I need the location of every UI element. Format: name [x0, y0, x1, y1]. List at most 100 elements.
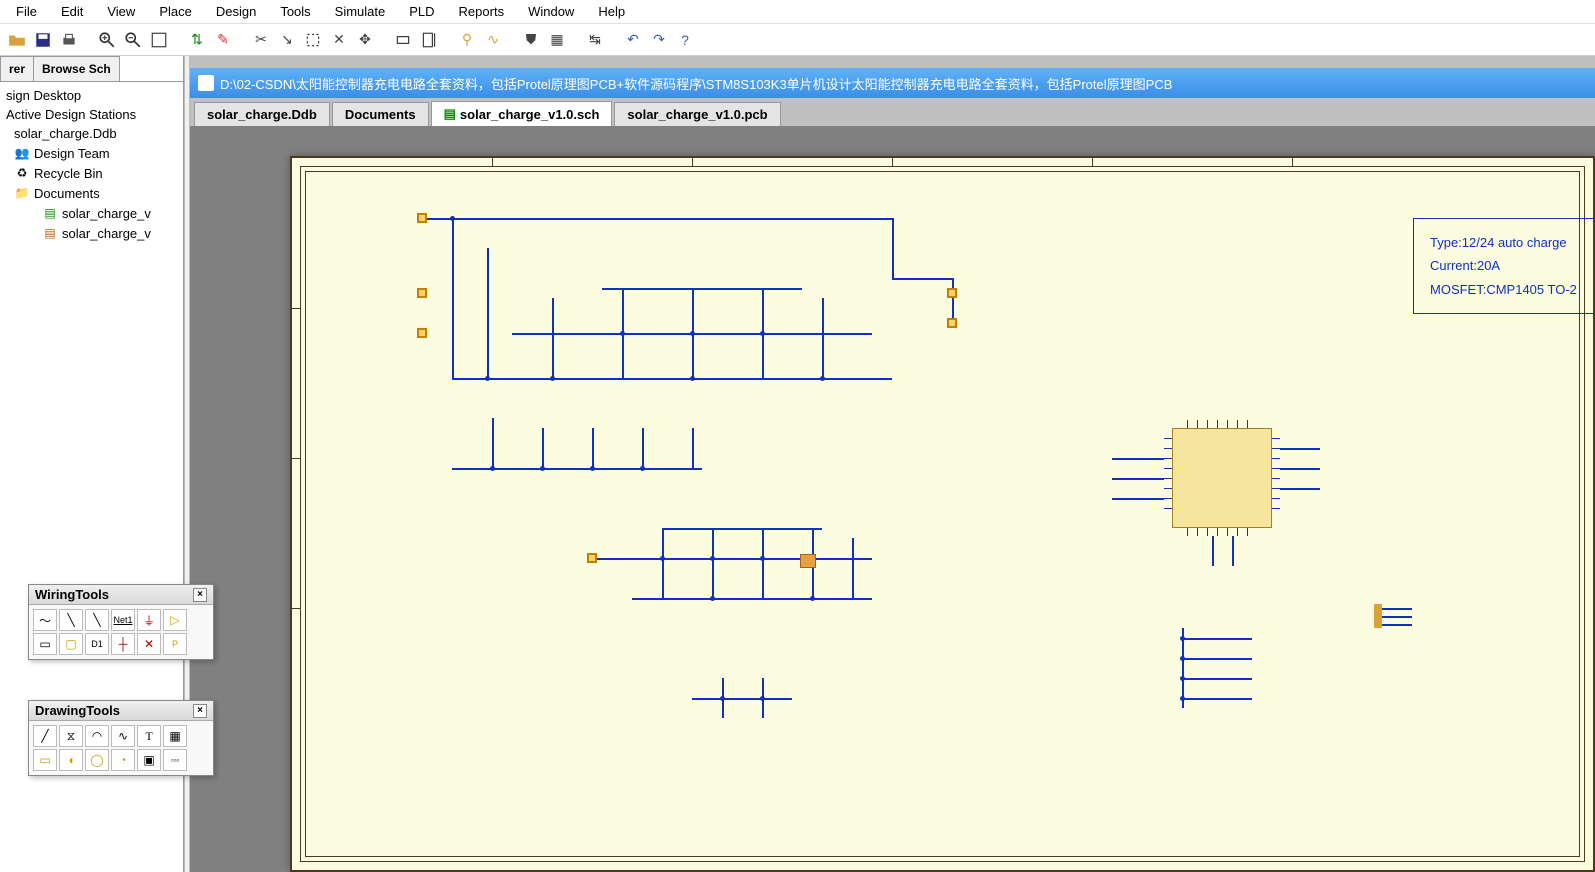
updown-icon[interactable]: ⇅ — [186, 29, 208, 51]
tree-sch-file[interactable]: ▤solar_charge_v — [0, 203, 183, 223]
sheet-icon[interactable] — [418, 29, 440, 51]
pcb-icon: ▤ — [42, 225, 58, 241]
menu-design[interactable]: Design — [204, 2, 268, 21]
array-tool-icon[interactable]: ▫▫▫ — [163, 749, 187, 771]
arc-tool-icon[interactable]: ◠ — [85, 725, 109, 747]
titlebar-icon — [198, 75, 214, 91]
close-icon[interactable]: × — [193, 588, 207, 602]
menu-edit[interactable]: Edit — [49, 2, 95, 21]
team-icon: 👥 — [14, 145, 30, 161]
wiring-toolbox-title: WiringTools — [35, 587, 109, 602]
probe-icon[interactable]: ⚲ — [456, 29, 478, 51]
sch-tab-icon: ▤ — [444, 106, 456, 122]
menubar: File Edit View Place Design Tools Simula… — [0, 0, 1595, 24]
drawing-toolbox-title: DrawingTools — [35, 703, 120, 718]
schematic-sheet: Type:12/24 auto charge Current:20A MOSFE… — [290, 156, 1595, 872]
grid-icon[interactable]: ▦ — [546, 29, 568, 51]
frame-tool-icon[interactable]: ▦ — [163, 725, 187, 747]
rect-tool-icon[interactable]: ▭ — [33, 749, 57, 771]
noerc-tool-icon[interactable]: ✕ — [137, 633, 161, 655]
main-area: rer Browse Sch sign Desktop Active Desig… — [0, 56, 1595, 872]
wire-tool-icon[interactable]: 〜 — [33, 609, 57, 631]
save-icon[interactable] — [32, 29, 54, 51]
open-icon[interactable] — [6, 29, 28, 51]
tab-documents[interactable]: Documents — [332, 102, 429, 126]
undo-icon[interactable]: ↶ — [622, 29, 644, 51]
part-tool-icon[interactable]: ▭ — [33, 633, 57, 655]
line-tool-icon[interactable]: ╱ — [33, 725, 57, 747]
document-titlebar: D:\02-CSDN\太阳能控制器充电电路全套资料，包括Protel原理图PCB… — [190, 68, 1595, 98]
zoom-window-icon[interactable] — [148, 29, 170, 51]
sheet-tool-icon[interactable]: ▢ — [59, 633, 83, 655]
menu-file[interactable]: File — [4, 2, 49, 21]
sidebar-tab-browse[interactable]: Browse Sch — [33, 56, 120, 81]
zoom-out-icon[interactable] — [122, 29, 144, 51]
move-icon[interactable]: ✥ — [354, 29, 376, 51]
menu-place[interactable]: Place — [147, 2, 204, 21]
power-tool-icon[interactable]: ⏚ — [137, 609, 161, 631]
tree-stations[interactable]: Active Design Stations — [0, 105, 183, 124]
text-tool-icon[interactable]: T — [137, 725, 161, 747]
drawing-toolbox[interactable]: DrawingTools × ╱ ⧖ ◠ ∿ T ▦ ▭ ◖ ◯ ◔ ▣ ▫▫▫ — [28, 700, 214, 776]
help-icon[interactable]: ? — [674, 29, 696, 51]
roundrect-tool-icon[interactable]: ◖ — [59, 749, 83, 771]
menu-simulate[interactable]: Simulate — [323, 2, 398, 21]
select-icon[interactable] — [302, 29, 324, 51]
wire-icon[interactable]: ↘ — [276, 29, 298, 51]
recycle-icon: ♻ — [14, 165, 30, 181]
menu-pld[interactable]: PLD — [397, 2, 446, 21]
tab-pcb[interactable]: solar_charge_v1.0.pcb — [614, 102, 780, 126]
tree-desktop[interactable]: sign Desktop — [0, 86, 183, 105]
sidebar-tab-explorer[interactable]: rer — [0, 56, 34, 81]
tree-documents[interactable]: 📁Documents — [0, 183, 183, 203]
netlabel-tool-icon[interactable]: Net1 — [111, 609, 135, 631]
infobox-current: Current:20A — [1430, 254, 1577, 277]
pie-tool-icon[interactable]: ◔ — [111, 749, 135, 771]
port-tool-icon[interactable]: ▷ — [163, 609, 187, 631]
busentry-tool-icon[interactable]: ╲ — [85, 609, 109, 631]
tree-team[interactable]: 👥Design Team — [0, 143, 183, 163]
project-tree: sign Desktop Active Design Stations sola… — [0, 82, 183, 247]
tree-ddb[interactable]: solar_charge.Ddb — [0, 124, 183, 143]
sidebar-tabs: rer Browse Sch — [0, 56, 183, 82]
menu-view[interactable]: View — [95, 2, 147, 21]
sim-icon[interactable]: ∿ — [482, 29, 504, 51]
polygon-tool-icon[interactable]: ⧖ — [59, 725, 83, 747]
redo-icon[interactable]: ↷ — [648, 29, 670, 51]
sequence-icon[interactable]: ↹ — [584, 29, 606, 51]
document-path: D:\02-CSDN\太阳能控制器充电电路全套资料，包括Protel原理图PCB… — [220, 74, 1172, 93]
image-tool-icon[interactable]: ▣ — [137, 749, 161, 771]
sch-icon: ▤ — [42, 205, 58, 221]
shield-icon[interactable]: ⛊ — [520, 29, 542, 51]
cross-icon[interactable]: ✕ — [328, 29, 350, 51]
pcb-tool-icon[interactable]: P — [163, 633, 187, 655]
infobox-type: Type:12/24 auto charge — [1430, 231, 1577, 254]
zoom-in-icon[interactable] — [96, 29, 118, 51]
menu-help[interactable]: Help — [586, 2, 637, 21]
ellipse-tool-icon[interactable]: ◯ — [85, 749, 109, 771]
content-area: D:\02-CSDN\太阳能控制器充电电路全套资料，包括Protel原理图PCB… — [190, 56, 1595, 872]
sheetentry-tool-icon[interactable]: D1 — [85, 633, 109, 655]
print-icon[interactable] — [58, 29, 80, 51]
marker-icon[interactable]: ✎ — [212, 29, 234, 51]
infobox-mosfet: MOSFET:CMP1405 TO-2 — [1430, 278, 1577, 301]
wiring-toolbox[interactable]: WiringTools × 〜 ╲ ╲ Net1 ⏚ ▷ ▭ ▢ D1 ┼ ✕ … — [28, 584, 214, 660]
menu-window[interactable]: Window — [516, 2, 586, 21]
menu-tools[interactable]: Tools — [268, 2, 322, 21]
tree-pcb-file[interactable]: ▤solar_charge_v — [0, 223, 183, 243]
close-icon[interactable]: × — [193, 704, 207, 718]
tab-ddb[interactable]: solar_charge.Ddb — [194, 102, 330, 126]
cut-icon[interactable]: ✂ — [250, 29, 272, 51]
tab-sch[interactable]: ▤solar_charge_v1.0.sch — [431, 101, 613, 126]
document-tabs: solar_charge.Ddb Documents ▤solar_charge… — [190, 98, 1595, 126]
menu-reports[interactable]: Reports — [447, 2, 517, 21]
bezier-tool-icon[interactable]: ∿ — [111, 725, 135, 747]
junction-tool-icon[interactable]: ┼ — [111, 633, 135, 655]
bus-tool-icon[interactable]: ╲ — [59, 609, 83, 631]
tree-recycle[interactable]: ♻Recycle Bin — [0, 163, 183, 183]
schematic-infobox: Type:12/24 auto charge Current:20A MOSFE… — [1413, 218, 1593, 314]
schematic-canvas[interactable]: Type:12/24 auto charge Current:20A MOSFE… — [190, 126, 1595, 872]
mcu-chip — [1172, 428, 1272, 528]
main-toolbar: ⇅ ✎ ✂ ↘ ✕ ✥ ⚲ ∿ ⛊ ▦ ↹ ↶ ↷ ? — [0, 24, 1595, 56]
component-icon[interactable] — [392, 29, 414, 51]
